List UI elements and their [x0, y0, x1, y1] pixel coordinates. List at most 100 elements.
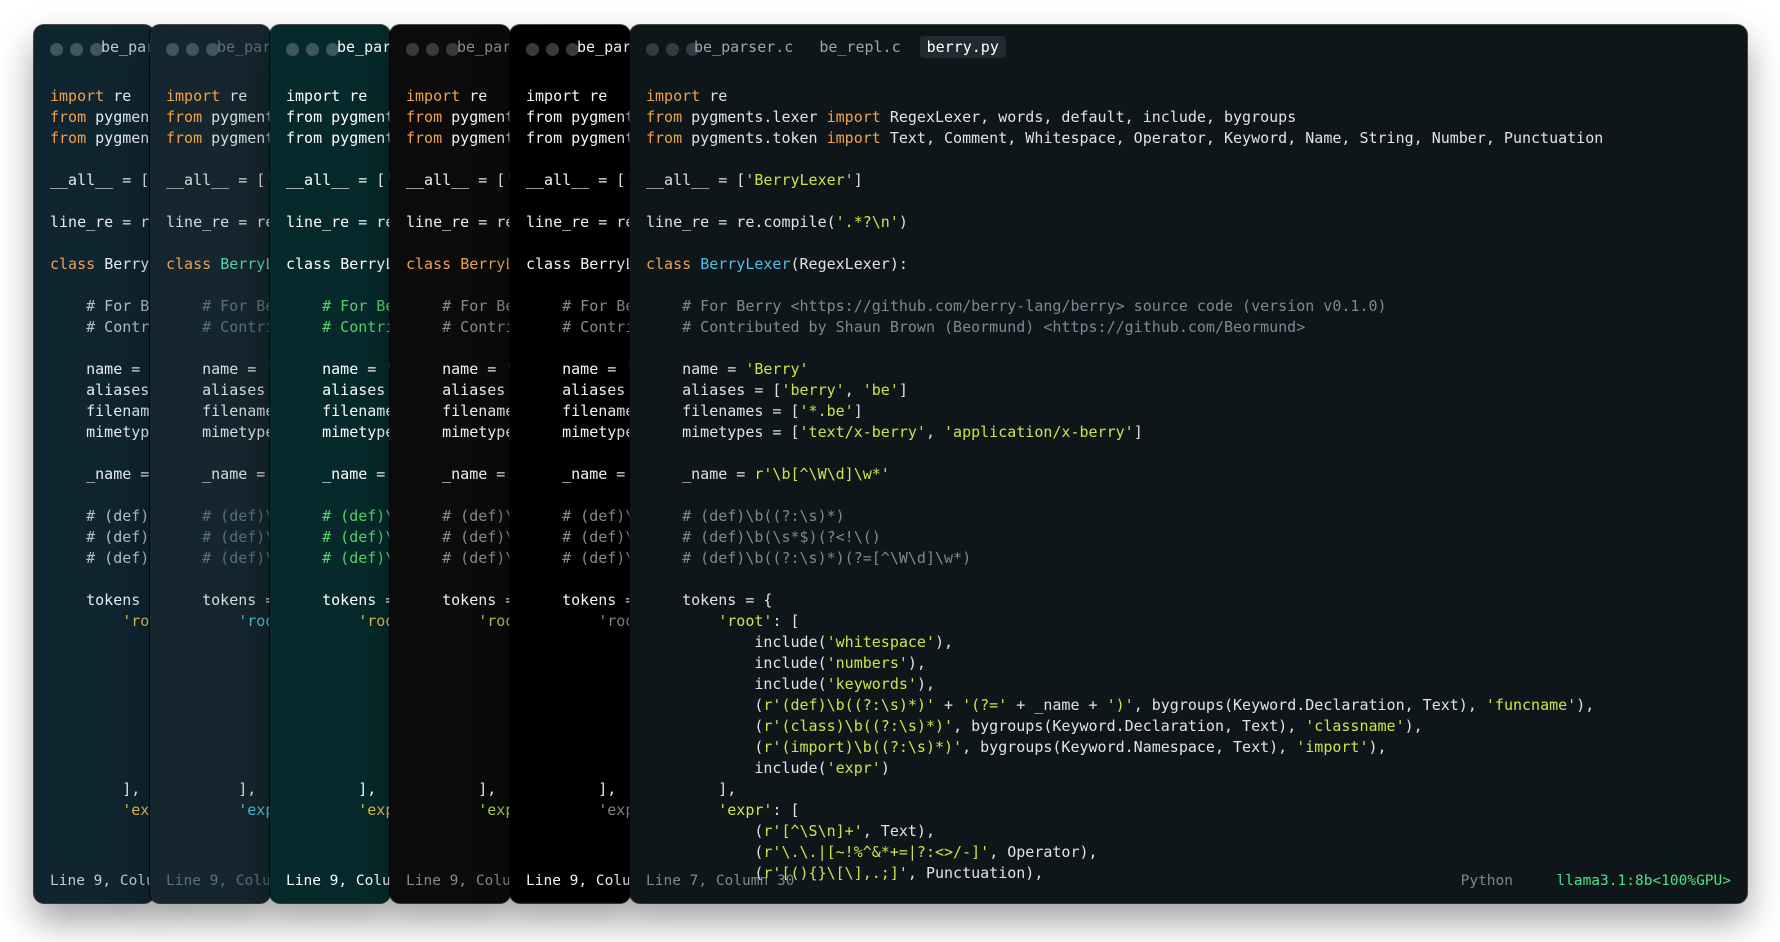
- code-line: from pygments.lexer import RegexLexer, w…: [646, 107, 1747, 128]
- code-line: include('keywords'),: [50, 674, 154, 695]
- code-text: , bygroups(Keyword.Namespace, Text),: [962, 738, 1297, 756]
- code-line: ],: [166, 779, 270, 800]
- code-line: (r'(class)\b((?:\s)*)', bygroups(Keyword…: [646, 716, 1747, 737]
- tab-berry-py[interactable]: berry.py: [919, 36, 1006, 58]
- title-bar: be_parser.c: [150, 25, 270, 63]
- comment-token: # (def)\b((?:\s)*)(?=[^\W\d]\w*): [682, 549, 972, 567]
- code-text: pygments.lexer: [331, 108, 390, 126]
- minimize-dot-icon[interactable]: [546, 43, 559, 56]
- code-text: line_re = re.compile(: [406, 213, 510, 231]
- minimize-dot-icon[interactable]: [306, 43, 319, 56]
- editor-window[interactable]: be_parser.cimport refrom pygments.lexer …: [390, 25, 510, 903]
- keyword-token: import: [166, 87, 221, 105]
- code-editor[interactable]: import refrom pygments.lexer import Rege…: [286, 86, 390, 884]
- code-text: (: [526, 843, 630, 861]
- tab-be-parser-c[interactable]: be_parser.c: [450, 36, 510, 58]
- code-line: include('expr'): [526, 758, 630, 779]
- close-dot-icon[interactable]: [50, 43, 63, 56]
- tab-be-repl-c[interactable]: be_repl.c: [812, 36, 907, 58]
- close-dot-icon[interactable]: [646, 43, 659, 56]
- code-line: (r'[^\S\n]+', Text),: [50, 821, 154, 842]
- code-editor[interactable]: import refrom pygments.lexer import Rege…: [406, 86, 510, 884]
- code-text: (: [406, 843, 510, 861]
- tab-be-parser-c[interactable]: be_parser.c: [210, 36, 270, 58]
- code-line: aliases = ['berry', 'be']: [286, 380, 390, 401]
- string-token: 'funcname': [1485, 696, 1577, 714]
- code-line: # For Berry <https://github.com/berry-la…: [50, 296, 154, 317]
- code-editor[interactable]: import refrom pygments.lexer import Rege…: [526, 86, 630, 884]
- tab-be-parser-c[interactable]: be_parser.c: [330, 36, 390, 58]
- code-text: ],: [50, 780, 141, 798]
- minimize-dot-icon[interactable]: [186, 43, 199, 56]
- cursor-position: Line 9, Column 30: [406, 873, 510, 889]
- code-text: include(: [646, 675, 827, 693]
- code-editor[interactable]: import refrom pygments.lexer import Rege…: [646, 86, 1747, 884]
- code-line: # (def)\b((?:\s)*): [50, 506, 154, 527]
- code-editor[interactable]: import refrom pygments.lexer import Rege…: [166, 86, 270, 884]
- code-line: # (def)\b((?:\s)*): [166, 506, 270, 527]
- code-line: ],: [646, 779, 1747, 800]
- close-dot-icon[interactable]: [166, 43, 179, 56]
- tab-be-parser-c[interactable]: be_parser.c: [687, 36, 800, 58]
- close-dot-icon[interactable]: [526, 43, 539, 56]
- code-text: ],: [286, 780, 377, 798]
- tab-strip: be_parser.c: [450, 36, 510, 58]
- code-text: (: [286, 822, 390, 840]
- code-text: __all__ = [: [50, 171, 150, 189]
- code-text: (: [646, 738, 764, 756]
- code-text: (: [50, 717, 154, 735]
- tab-be-parser-c[interactable]: be_parser.c: [570, 36, 630, 58]
- editor-window[interactable]: be_parser.cimport refrom pygments.lexer …: [270, 25, 390, 903]
- editor-window[interactable]: be_parser.cimport refrom pygments.lexer …: [510, 25, 630, 903]
- editor-window[interactable]: be_parser.c be_repl.c berry.py import re fro…: [630, 25, 1747, 903]
- title-bar: be_parser.c: [270, 25, 390, 63]
- code-editor[interactable]: import refrom pygments.lexer import Rege…: [50, 86, 154, 884]
- close-dot-icon[interactable]: [286, 43, 299, 56]
- minimize-dot-icon[interactable]: [426, 43, 439, 56]
- close-dot-icon[interactable]: [406, 43, 419, 56]
- code-text: tokens = {: [322, 591, 390, 609]
- keyword-token: import: [826, 129, 881, 147]
- minimize-dot-icon[interactable]: [666, 43, 679, 56]
- tab-be-parser-c[interactable]: be_parser.c: [94, 36, 154, 58]
- code-line: _name = r'\b[^\W\d]\w*': [50, 464, 154, 485]
- code-line: from pygments.token import Text, Comment…: [526, 128, 630, 149]
- code-line: # For Berry <https://github.com/berry-la…: [406, 296, 510, 317]
- code-text: mimetypes = [: [86, 423, 154, 441]
- code-text: tokens = {: [442, 591, 510, 609]
- code-line: include('whitespace'),: [526, 632, 630, 653]
- title-bar: be_parser.c: [34, 25, 154, 63]
- code-line: # For Berry <https://github.com/berry-la…: [166, 296, 270, 317]
- code-line: aliases = ['berry', 'be']: [406, 380, 510, 401]
- code-text: filenames = [: [86, 402, 154, 420]
- code-line: # (def)\b((?:\s)*)(?=[^\W\d]\w*): [646, 548, 1747, 569]
- code-line: from pygments.token import Text, Comment…: [166, 128, 270, 149]
- language-mode[interactable]: Python: [1461, 872, 1513, 890]
- comment-token: # Contributed by Shaun Brown (Beormund) …: [322, 318, 390, 336]
- model-indicator[interactable]: llama3.1:8b<100%GPU>: [1556, 872, 1731, 890]
- code-text: _name =: [50, 465, 154, 483]
- code-line: (r'\.\.|[~!%^&*+=|?:<>/-]', Operator),: [406, 842, 510, 863]
- code-line: aliases = ['berry', 'be']: [50, 380, 154, 401]
- editor-window[interactable]: be_parser.cimport refrom pygments.lexer …: [34, 25, 154, 903]
- code-line: # (def)\b(\s*$)(?<!\(): [406, 527, 510, 548]
- minimize-dot-icon[interactable]: [70, 43, 83, 56]
- editor-window[interactable]: be_parser.cimport refrom pygments.lexer …: [150, 25, 270, 903]
- code-line: _name = r'\b[^\W\d]\w*': [526, 464, 630, 485]
- code-line: import re: [646, 86, 1747, 107]
- code-text: _name =: [526, 465, 630, 483]
- keyword-token: from: [526, 108, 563, 126]
